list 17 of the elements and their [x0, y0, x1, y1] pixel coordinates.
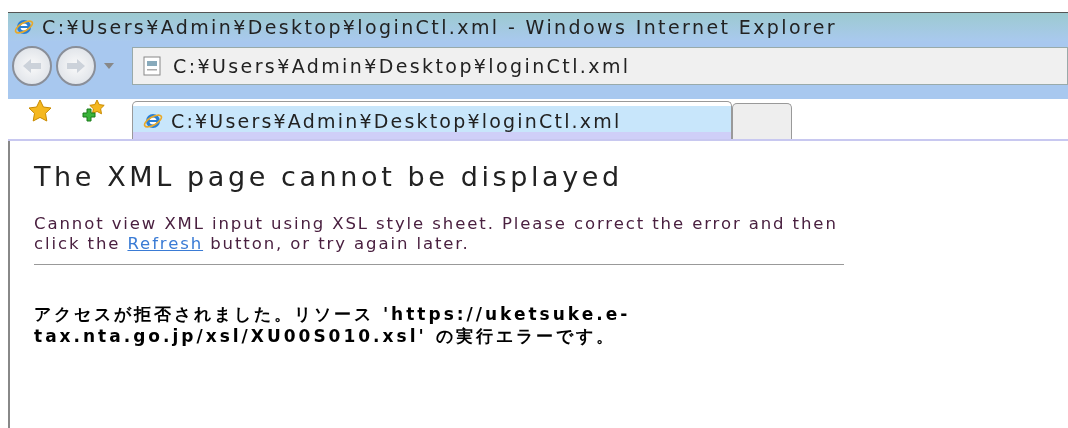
back-button[interactable]: [12, 46, 52, 86]
address-field[interactable]: C:¥Users¥Admin¥Desktop¥loginCtl.xml: [132, 47, 1068, 85]
error-message: アクセスが拒否されました。リソース 'https://uketsuke.e-tax.nta.go.jp/xsl/XU00S010.xsl' の実行エラーです。: [34, 303, 632, 347]
right-arrow-icon: [65, 57, 87, 75]
forward-button[interactable]: [56, 46, 96, 86]
refresh-link[interactable]: Refresh: [127, 234, 204, 253]
error-description: Cannot view XML input using XSL style sheet. Please correct the error and then click the Refresh button, or try again later.: [34, 214, 839, 254]
star-icon[interactable]: [28, 99, 52, 123]
new-tab[interactable]: [732, 103, 792, 139]
browser-tab[interactable]: C:¥Users¥Admin¥Desktop¥loginCtl.xml: [132, 101, 732, 139]
page-heading: The XML page cannot be displayed: [34, 161, 624, 192]
browser-logo-icon: [14, 17, 34, 37]
left-arrow-icon: [21, 57, 43, 75]
dropdown-caret-icon[interactable]: [104, 63, 114, 69]
add-star-icon[interactable]: [82, 99, 106, 123]
document-icon: [143, 56, 161, 76]
window-title: C:¥Users¥Admin¥Desktop¥loginCtl.xml - Windows Internet Explorer: [42, 16, 838, 38]
